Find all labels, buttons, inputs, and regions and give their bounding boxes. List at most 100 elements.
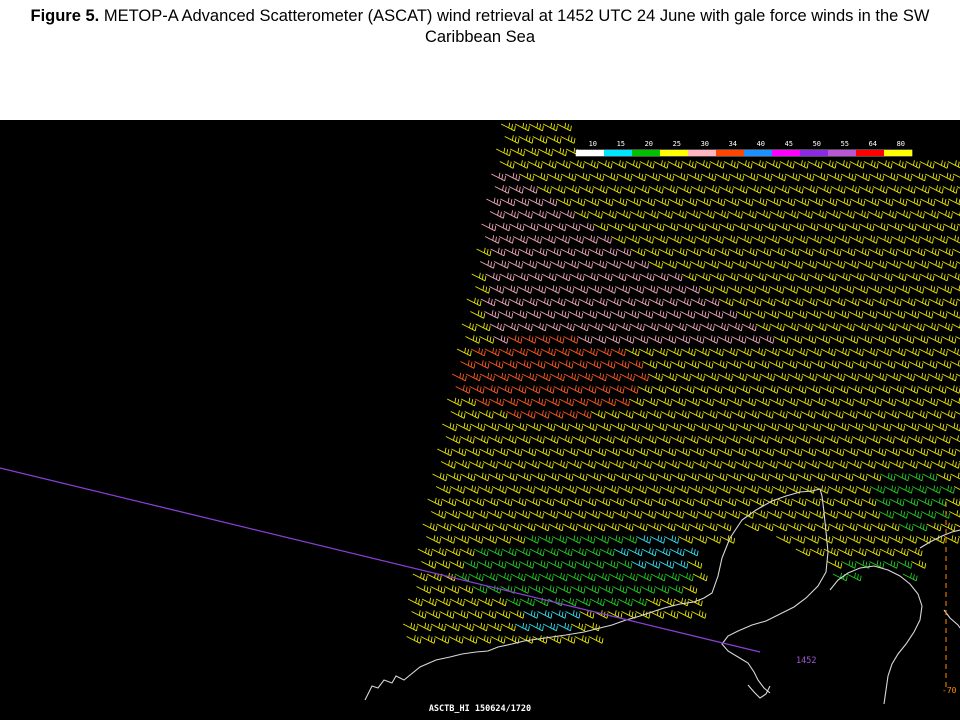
wind-barb — [470, 422, 486, 432]
wind-barb — [745, 447, 761, 457]
wind-barb — [926, 410, 942, 419]
wind-barb — [846, 535, 862, 544]
wind-barb — [879, 547, 895, 557]
wind-barb — [580, 460, 596, 469]
wind-barb — [462, 635, 478, 644]
wind-barb — [941, 260, 957, 269]
wind-barb — [573, 285, 589, 294]
wind-barb — [430, 585, 446, 594]
wind-barb — [487, 547, 503, 557]
wind-barb — [907, 547, 923, 557]
wind-barb — [793, 160, 809, 169]
wind-barb — [431, 547, 447, 557]
wind-barb — [721, 497, 737, 507]
wind-barb — [803, 222, 819, 232]
wind-barb — [862, 310, 878, 319]
wind-barb — [494, 185, 510, 194]
wind-barb — [595, 497, 611, 507]
wind-barb — [649, 610, 665, 619]
wind-barb — [914, 185, 930, 194]
wind-barb — [893, 547, 909, 557]
wind-barb — [890, 235, 906, 244]
wind-barb — [674, 410, 690, 419]
wind-barb — [785, 172, 801, 182]
wind-barb — [495, 222, 511, 232]
wind-barb — [556, 510, 572, 519]
wind-barb — [444, 622, 460, 632]
wind-barb — [875, 497, 891, 507]
wind-barb — [787, 260, 803, 269]
wind-barb — [610, 422, 626, 432]
wind-barb — [871, 372, 887, 382]
wind-barb — [565, 222, 581, 232]
wind-barb — [930, 535, 946, 544]
wind-barb — [623, 385, 639, 394]
wind-barb — [661, 260, 677, 269]
wind-barb — [925, 172, 941, 182]
wind-barb — [541, 272, 557, 282]
wind-barb — [526, 235, 542, 244]
wind-barb — [840, 247, 856, 257]
wind-barb — [937, 210, 953, 219]
wind-barb — [511, 385, 527, 394]
wind-barb — [468, 535, 484, 544]
wind-barb — [616, 247, 632, 257]
wind-barb — [826, 247, 842, 257]
wind-barb — [444, 585, 460, 594]
wind-barb — [734, 460, 750, 469]
wind-barb — [609, 385, 625, 394]
wind-barb — [506, 522, 522, 532]
wind-barb — [586, 397, 602, 407]
wind-barb — [820, 422, 836, 432]
wind-barb — [522, 297, 538, 307]
wind-barb — [612, 510, 628, 519]
wind-barb — [750, 235, 766, 244]
wind-barb — [568, 235, 584, 244]
wind-barb — [880, 397, 896, 407]
wind-barb — [563, 447, 579, 457]
wind-barb — [774, 297, 790, 307]
wind-barb — [645, 560, 661, 569]
wind-barb — [542, 622, 558, 632]
wind-barb — [626, 197, 642, 207]
coastline-east — [829, 565, 923, 705]
wind-barb — [927, 260, 943, 269]
legend-label: 50 — [813, 140, 821, 148]
wind-barb — [610, 310, 626, 319]
wind-barb — [797, 285, 813, 294]
wind-barb — [548, 522, 564, 532]
wind-barb — [659, 172, 675, 182]
wind-barb — [852, 360, 868, 369]
wind-barb — [810, 397, 826, 407]
wind-barb — [668, 585, 684, 594]
wind-barb — [417, 547, 433, 557]
wind-barb — [835, 272, 851, 282]
wind-barb — [876, 235, 892, 244]
wind-barb — [512, 310, 528, 319]
wind-barb — [876, 422, 892, 432]
wind-barb — [524, 535, 540, 544]
wind-barb — [528, 585, 544, 594]
wind-barb — [946, 347, 960, 357]
wind-barb — [845, 222, 861, 232]
wind-barb — [425, 610, 441, 619]
wind-barb — [773, 372, 789, 382]
wind-barb — [693, 497, 709, 507]
wind-barb — [484, 235, 500, 244]
wind-barb — [801, 335, 817, 344]
wind-barb — [631, 597, 647, 607]
wind-barb — [712, 397, 728, 407]
wind-barb — [736, 235, 752, 244]
wind-barb — [528, 622, 544, 632]
wind-barb — [802, 185, 818, 194]
wind-barb — [605, 447, 621, 457]
wind-barb — [511, 497, 527, 507]
wind-barb — [715, 172, 731, 182]
wind-barb — [514, 585, 530, 594]
wind-barb — [870, 522, 886, 532]
wind-barb — [712, 360, 728, 369]
wind-barb — [698, 397, 714, 407]
wind-barb — [829, 447, 845, 457]
wind-barb — [928, 185, 944, 194]
wind-barb — [551, 610, 567, 619]
